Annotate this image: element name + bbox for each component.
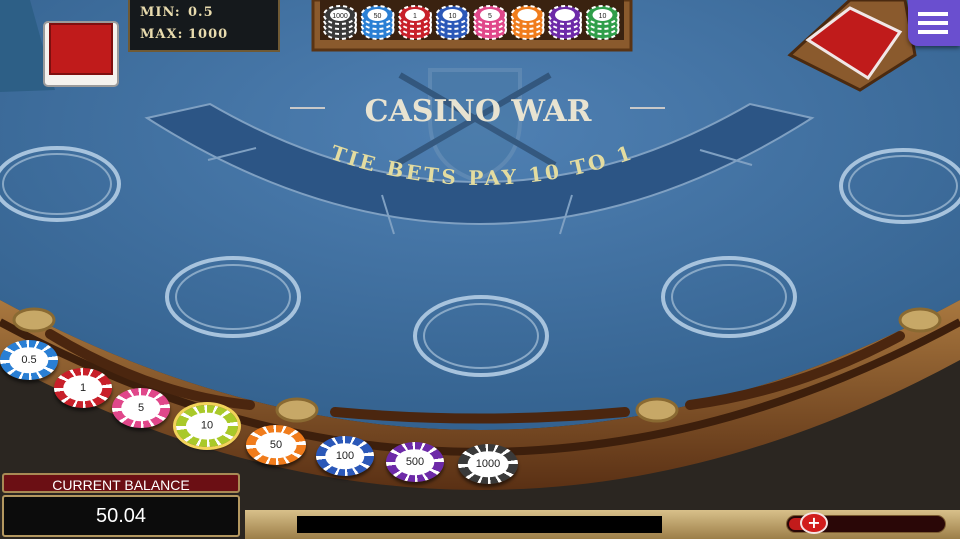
chip-label: 1 (63, 375, 103, 401)
chip-100[interactable]: 100 (316, 436, 374, 476)
rail-stud (898, 307, 942, 333)
rail-stud (275, 397, 319, 423)
rail-stud (635, 397, 679, 423)
rack-chip-stack (510, 5, 545, 40)
chip-0.5[interactable]: 0.5 (0, 340, 58, 380)
chip-label: 100 (325, 443, 365, 469)
min-value: 0.5 (188, 5, 214, 20)
max-limit: MAX: 1000 (140, 27, 227, 42)
chip-label: 0.5 (9, 347, 49, 373)
chip-50[interactable]: 50 (246, 425, 306, 465)
chip-label: 1000 (467, 451, 509, 477)
rack-chip-stack (548, 5, 582, 40)
chip-label: 5 (121, 395, 161, 421)
rack-chip-stack: 50 (360, 5, 395, 40)
chip-label: 50 (255, 432, 297, 458)
chip-5[interactable]: 5 (112, 388, 170, 428)
max-label: MAX: (140, 27, 184, 42)
rack-chip-label: 1000 (332, 13, 348, 20)
game-stage: CASINO WAR TIE BETS PAY 10 TO 1 1000 50 … (0, 0, 960, 539)
volume-plus-button[interactable]: + (800, 512, 828, 534)
rack-chip-stack: 1000 (323, 5, 357, 40)
chip-500[interactable]: 500 (386, 442, 444, 482)
rack-chip-label: 10 (599, 13, 607, 20)
table-title: CASINO WAR (365, 94, 593, 129)
chip-1[interactable]: 1 (54, 368, 112, 408)
table-limits: MIN: 0.5 MAX: 1000 (128, 0, 280, 52)
chip-rack (311, 0, 633, 52)
min-label: MIN: (140, 5, 181, 20)
message-bar (297, 516, 662, 533)
balance-label: CURRENT BALANCE (2, 473, 240, 493)
rack-chip-stack: 5 (473, 5, 507, 40)
rack-chip-label: 10 (449, 13, 457, 20)
balance-value: 50.04 (2, 495, 240, 537)
chip-10[interactable]: 10 (173, 402, 241, 450)
chip-label: 10 (185, 412, 229, 440)
min-limit: MIN: 0.5 (140, 5, 213, 20)
rack-chip-stack: 10 (435, 5, 470, 40)
max-value: 1000 (188, 27, 229, 42)
plus-icon: + (807, 513, 821, 532)
rack-chip-label: 1 (413, 13, 417, 20)
chip-1000[interactable]: 1000 (458, 444, 518, 484)
rack-chip-stack: 1 (398, 5, 432, 40)
rack-chip-label: 5 (488, 13, 492, 20)
rail-stud (12, 307, 56, 333)
rack-chip-label: 50 (374, 13, 382, 20)
chip-label: 500 (395, 449, 435, 475)
rack-chip-stack: 10 (585, 5, 620, 40)
menu-button[interactable] (908, 0, 960, 46)
